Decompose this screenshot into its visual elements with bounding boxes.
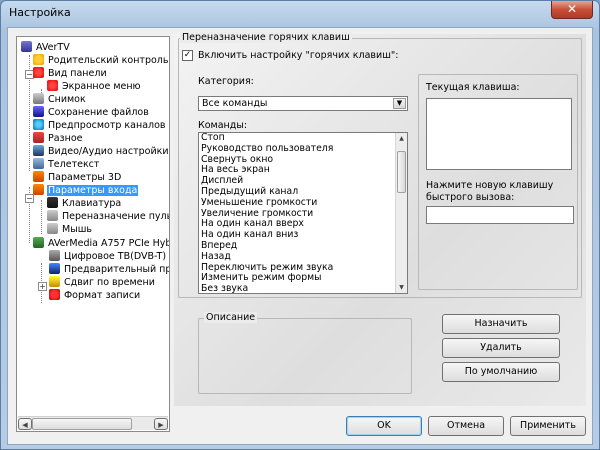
settings-tree[interactable]: − − + AVerTV Родительский контроль Вид п…: [16, 36, 170, 432]
monitor-icon: [49, 250, 60, 261]
tree-item-keyboard[interactable]: Клавиатура: [47, 197, 122, 210]
hotkey-panel: Переназначение горячих клавиш ✓ Включить…: [174, 32, 586, 406]
chevron-down-icon[interactable]: ▼: [393, 98, 406, 109]
scroll-thumb[interactable]: [32, 418, 132, 430]
tree-item-preview[interactable]: Предварительный прос: [49, 263, 169, 276]
checklist-icon: [49, 263, 60, 274]
teletext-icon: [33, 158, 44, 169]
assign-button[interactable]: Назначить: [442, 314, 560, 334]
scroll-up-icon[interactable]: ▲: [396, 133, 407, 144]
title-bar: Настройка ✕: [1, 1, 599, 25]
tree-item-channel-preview[interactable]: Предпросмотр каналов: [33, 119, 167, 132]
window-title: Настройка: [9, 6, 71, 19]
misc-icon: [33, 132, 44, 143]
tuner-card-icon: [33, 237, 44, 248]
enable-hotkeys-label: Включить настройку "горячих клавиш":: [198, 50, 399, 61]
commands-label: Команды:: [198, 120, 248, 131]
scroll-down-icon[interactable]: ▼: [396, 282, 407, 293]
new-key-input[interactable]: [426, 206, 574, 224]
mouse-icon: [47, 223, 58, 234]
tree-item-remote-remap[interactable]: Переназначение пульт: [47, 210, 169, 223]
commands-list-items: Стоп Руководство пользователя Свернуть окн…: [199, 133, 407, 293]
hotkey-group-title: Переназначение горячих клавиш: [180, 32, 352, 43]
current-key-label: Текущая клавиша:: [426, 82, 520, 93]
enable-hotkeys-checkbox[interactable]: ✓: [182, 50, 193, 61]
description-label: Описание: [204, 312, 258, 323]
description-groupbox: [198, 318, 412, 394]
tree-item-input-params[interactable]: Параметры входа: [33, 184, 139, 197]
category-value: Все команды: [202, 98, 268, 109]
new-key-label: Нажмите новую клавишу быстрого вызова:: [426, 180, 554, 203]
input-icon: [33, 184, 44, 195]
tree-item-teletext[interactable]: Телетекст: [33, 158, 100, 171]
tree-item-misc[interactable]: Разное: [33, 132, 83, 145]
record-icon: [49, 289, 60, 300]
tree-item-timeshift[interactable]: Сдвиг по времени: [49, 276, 156, 289]
keyboard-icon: [47, 197, 58, 208]
tree-item-file-saving[interactable]: Сохранение файлов: [33, 106, 150, 119]
tree-item-video-audio[interactable]: Видео/Аудио настройки: [33, 145, 169, 158]
tree-item-parental-control[interactable]: Родительский контроль: [33, 54, 169, 67]
3d-icon: [33, 171, 44, 182]
category-label: Категория:: [198, 76, 254, 87]
close-button[interactable]: ✕: [551, 1, 593, 19]
panel-view-icon: [33, 67, 44, 78]
expand-dvbt[interactable]: +: [38, 282, 47, 291]
delete-button[interactable]: Удалить: [442, 338, 560, 358]
camera-icon: [33, 93, 44, 104]
commands-list[interactable]: Стоп Руководство пользователя Свернуть окн…: [198, 132, 408, 294]
tree-item-panel-view[interactable]: Вид панели: [33, 67, 108, 80]
tree-horizontal-scrollbar[interactable]: ◀ ▶: [18, 416, 168, 430]
clock-icon: [49, 276, 60, 287]
command-list-item[interactable]: Назад: [199, 251, 407, 263]
cancel-button[interactable]: Отмена: [428, 416, 504, 436]
current-key-display: [426, 98, 572, 170]
tree-item-snapshot[interactable]: Снимок: [33, 93, 87, 106]
tree-item-dvbt[interactable]: Цифровое ТВ(DVB-T): [49, 250, 167, 263]
dialog-client-area: − − + AVerTV Родительский контроль Вид п…: [7, 27, 593, 445]
command-list-item[interactable]: Руководство пользователя: [199, 143, 407, 155]
apply-button[interactable]: Применить: [510, 416, 586, 436]
save-icon: [33, 106, 44, 117]
scroll-right-icon[interactable]: ▶: [154, 418, 168, 430]
osd-menu-icon: [47, 80, 58, 91]
command-list-item[interactable]: Уменьшение громкости: [199, 197, 407, 209]
video-audio-icon: [33, 145, 44, 156]
default-button[interactable]: По умолчанию: [442, 362, 560, 382]
scroll-left-icon[interactable]: ◀: [18, 418, 32, 430]
scroll-thumb[interactable]: [397, 151, 406, 193]
tree-item-avertv[interactable]: AVerTV: [21, 41, 71, 54]
tree-item-tuner-card[interactable]: AVerMedia A757 PCIe Hybrid: [33, 237, 169, 250]
command-list-item[interactable]: Без звука: [199, 283, 407, 293]
tree-item-record-format[interactable]: Формат записи: [49, 289, 141, 302]
ok-button[interactable]: OK: [346, 416, 422, 436]
tree-item-mouse[interactable]: Мышь: [47, 223, 93, 236]
settings-window: Настройка ✕ − − + AVerTV Родительский ко…: [0, 0, 600, 450]
avertv-icon: [21, 41, 32, 52]
tree-item-osd-menu[interactable]: Экранное меню: [47, 80, 142, 93]
category-select[interactable]: Все команды ▼: [198, 96, 408, 111]
tree-item-3d[interactable]: Параметры 3D: [33, 171, 122, 184]
remote-icon: [47, 210, 58, 221]
eye-icon: [33, 119, 44, 130]
lock-icon: [33, 54, 44, 65]
commands-scrollbar[interactable]: ▲ ▼: [395, 133, 407, 293]
